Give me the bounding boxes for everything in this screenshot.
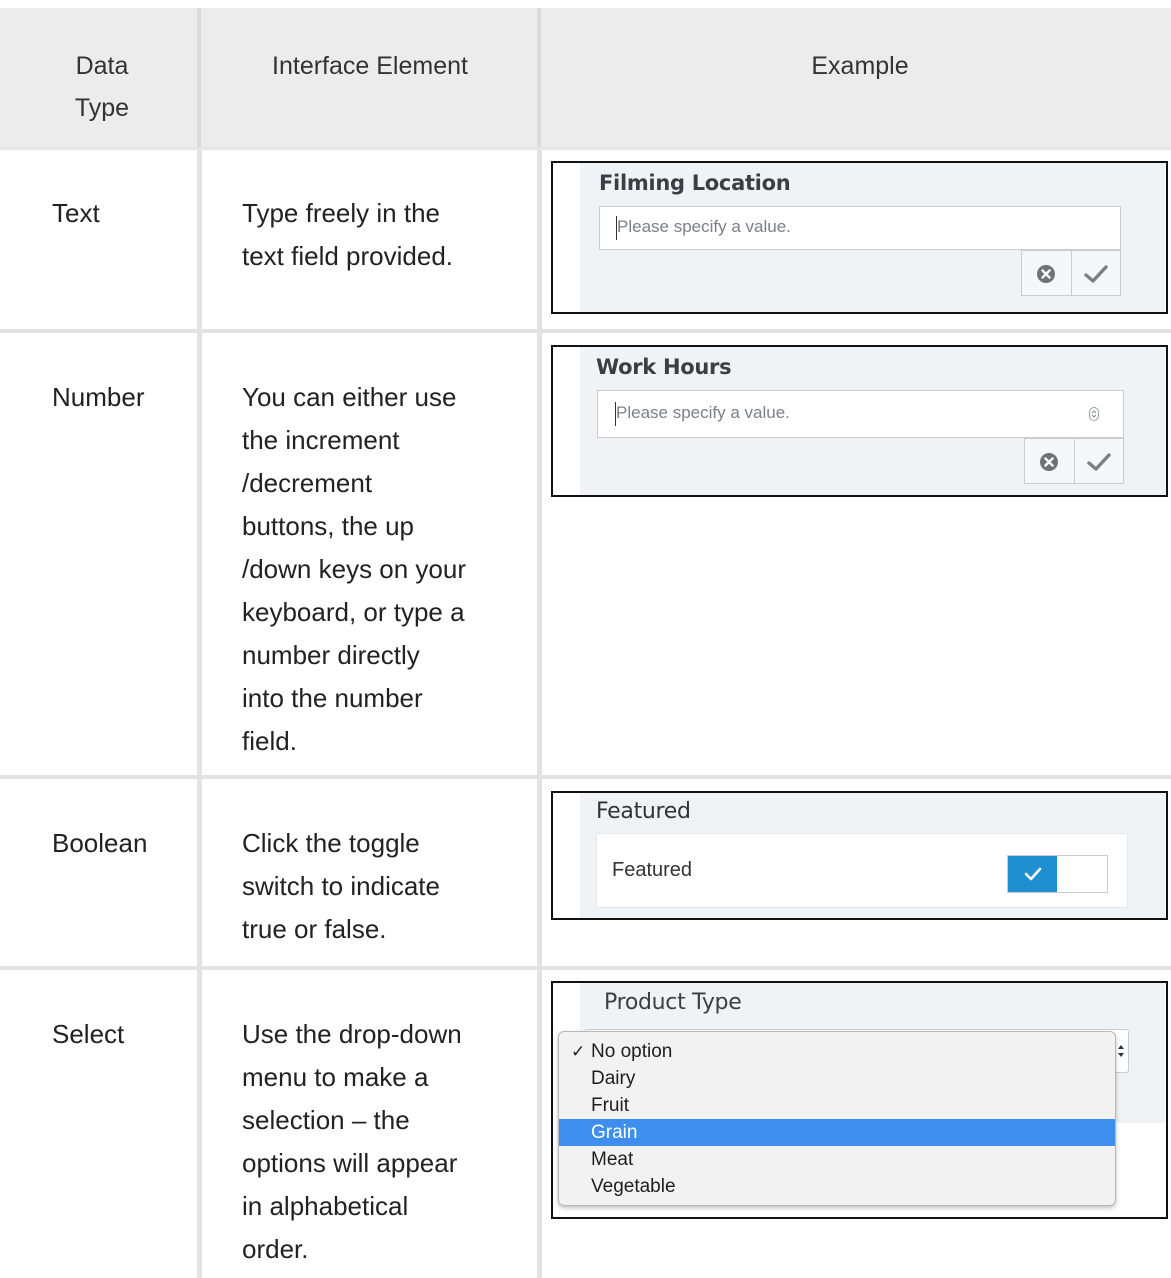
data-types-table: Data Type Interface Element Example Text… (0, 0, 1171, 1278)
row-type-text: Text (52, 198, 100, 228)
example-boolean-field: Featured Featured (551, 791, 1168, 920)
example-select-field: Product Type ✓ No option Dairy Fruit Gra… (551, 981, 1168, 1219)
option-label: Meat (591, 1149, 634, 1170)
desc-line: field. (242, 726, 297, 756)
row-desc-text: Type freely in the text field provided. (242, 192, 502, 278)
toggle-row: Featured (596, 833, 1128, 908)
row-desc-boolean: Click the toggle switch to indicate true… (242, 822, 502, 951)
select-dropdown-menu: ✓ No option Dairy Fruit Grain Meat Veget… (558, 1031, 1116, 1206)
toggle-label: Featured (612, 859, 693, 881)
header-data-type-line: Type (74, 94, 130, 122)
desc-line: buttons, the up (242, 511, 415, 541)
desc-line: Type freely in the (242, 198, 440, 228)
desc-line: true or false. (242, 914, 387, 944)
row-desc-number: You can either use the increment /decrem… (242, 376, 502, 763)
number-input[interactable]: Please specify a value. (597, 390, 1124, 438)
button-separator (1071, 251, 1072, 295)
header-data-type: Data Type (60, 45, 144, 129)
desc-line: switch to indicate (242, 871, 440, 901)
header-interface-element: Interface Element (272, 52, 468, 80)
desc-line: keyboard, or type a (242, 597, 465, 627)
desc-line: text field provided. (242, 241, 454, 271)
column-divider (197, 150, 202, 1278)
desc-line: menu to make a (242, 1062, 429, 1092)
checkmark-icon: ✓ (571, 1042, 586, 1061)
desc-line: /down keys on your (242, 554, 467, 584)
desc-line: selection – the (242, 1105, 410, 1135)
input-placeholder: Please specify a value. (616, 403, 790, 422)
option-label: Vegetable (591, 1176, 676, 1197)
toggle-switch[interactable] (1007, 855, 1108, 893)
desc-line: /decrement (242, 468, 373, 498)
desc-line: You can either use (242, 382, 457, 412)
spinner-updown-icon[interactable] (1089, 407, 1099, 421)
desc-line: order. (242, 1234, 309, 1264)
row-divider (0, 966, 1171, 970)
row-divider (0, 775, 1171, 779)
clear-circle-icon[interactable] (1035, 263, 1057, 285)
dropdown-option[interactable]: Fruit (559, 1092, 1115, 1119)
desc-line: in alphabetical (242, 1191, 409, 1221)
header-data-type-line: Data (75, 52, 129, 80)
example-number-field: Work Hours Please specify a value. (551, 345, 1168, 497)
option-label: Fruit (591, 1095, 629, 1116)
header-example: Example (811, 52, 909, 80)
dropdown-option-highlighted[interactable]: Grain (559, 1119, 1115, 1146)
desc-line: the increment (242, 425, 400, 455)
field-label: Filming Location (599, 171, 791, 195)
text-input[interactable]: Please specify a value. (599, 206, 1121, 250)
desc-line: Use the drop-down (242, 1019, 462, 1049)
dropdown-option[interactable]: ✓ No option (559, 1038, 1115, 1065)
header-divider (537, 8, 541, 150)
input-action-buttons (1021, 250, 1121, 296)
desc-line: Click the toggle (242, 828, 420, 858)
option-label: Dairy (591, 1068, 636, 1089)
field-label: Featured (596, 799, 691, 824)
dropdown-option[interactable]: Vegetable (559, 1173, 1115, 1200)
dropdown-option[interactable]: Dairy (559, 1065, 1115, 1092)
example-text-field: Filming Location Please specify a value. (551, 161, 1168, 314)
clear-circle-icon[interactable] (1038, 451, 1060, 473)
checkmark-icon[interactable] (1086, 451, 1112, 473)
row-type-select: Select (52, 1019, 125, 1049)
header-bottom-line (0, 147, 1171, 150)
dropdown-option[interactable]: Meat (559, 1146, 1115, 1173)
desc-line: number directly (242, 640, 420, 670)
row-divider (0, 329, 1171, 333)
header-divider (197, 8, 201, 150)
column-divider (537, 150, 542, 1278)
desc-line: into the number (242, 683, 423, 713)
select-arrows-icon (1116, 1043, 1126, 1059)
input-action-buttons (1024, 438, 1124, 484)
button-separator (1074, 439, 1075, 483)
option-label: No option (591, 1041, 673, 1062)
field-label: Product Type (604, 990, 742, 1015)
desc-line: options will appear (242, 1148, 458, 1178)
row-desc-select: Use the drop-down menu to make a selecti… (242, 1013, 502, 1271)
row-type-boolean: Boolean (52, 828, 148, 858)
checkmark-icon[interactable] (1083, 263, 1109, 285)
table-top-margin (0, 0, 1171, 8)
toggle-on-state (1008, 856, 1057, 892)
input-placeholder: Please specify a value. (617, 217, 791, 236)
row-type-number: Number (52, 382, 145, 412)
field-label: Work Hours (596, 355, 732, 379)
checkmark-icon (1024, 866, 1042, 882)
option-label: Grain (591, 1122, 638, 1143)
